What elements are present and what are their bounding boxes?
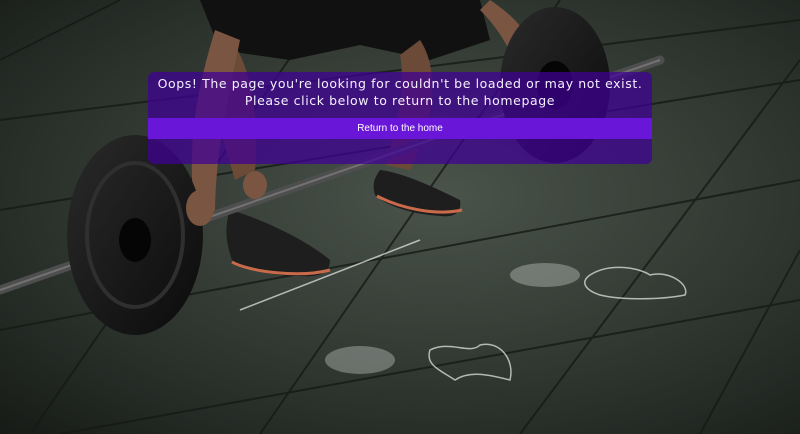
return-home-button[interactable]: Return to the home — [148, 118, 652, 139]
error-message: Oops! The page you're looking for couldn… — [148, 72, 652, 109]
error-message-line-1: Oops! The page you're looking for couldn… — [157, 76, 643, 91]
error-overlay-card: Oops! The page you're looking for couldn… — [148, 72, 652, 164]
gym-background-image — [0, 0, 800, 434]
error-message-line-2: Please click below to return to the home… — [244, 93, 556, 108]
error-page: Oops! The page you're looking for couldn… — [0, 0, 800, 434]
